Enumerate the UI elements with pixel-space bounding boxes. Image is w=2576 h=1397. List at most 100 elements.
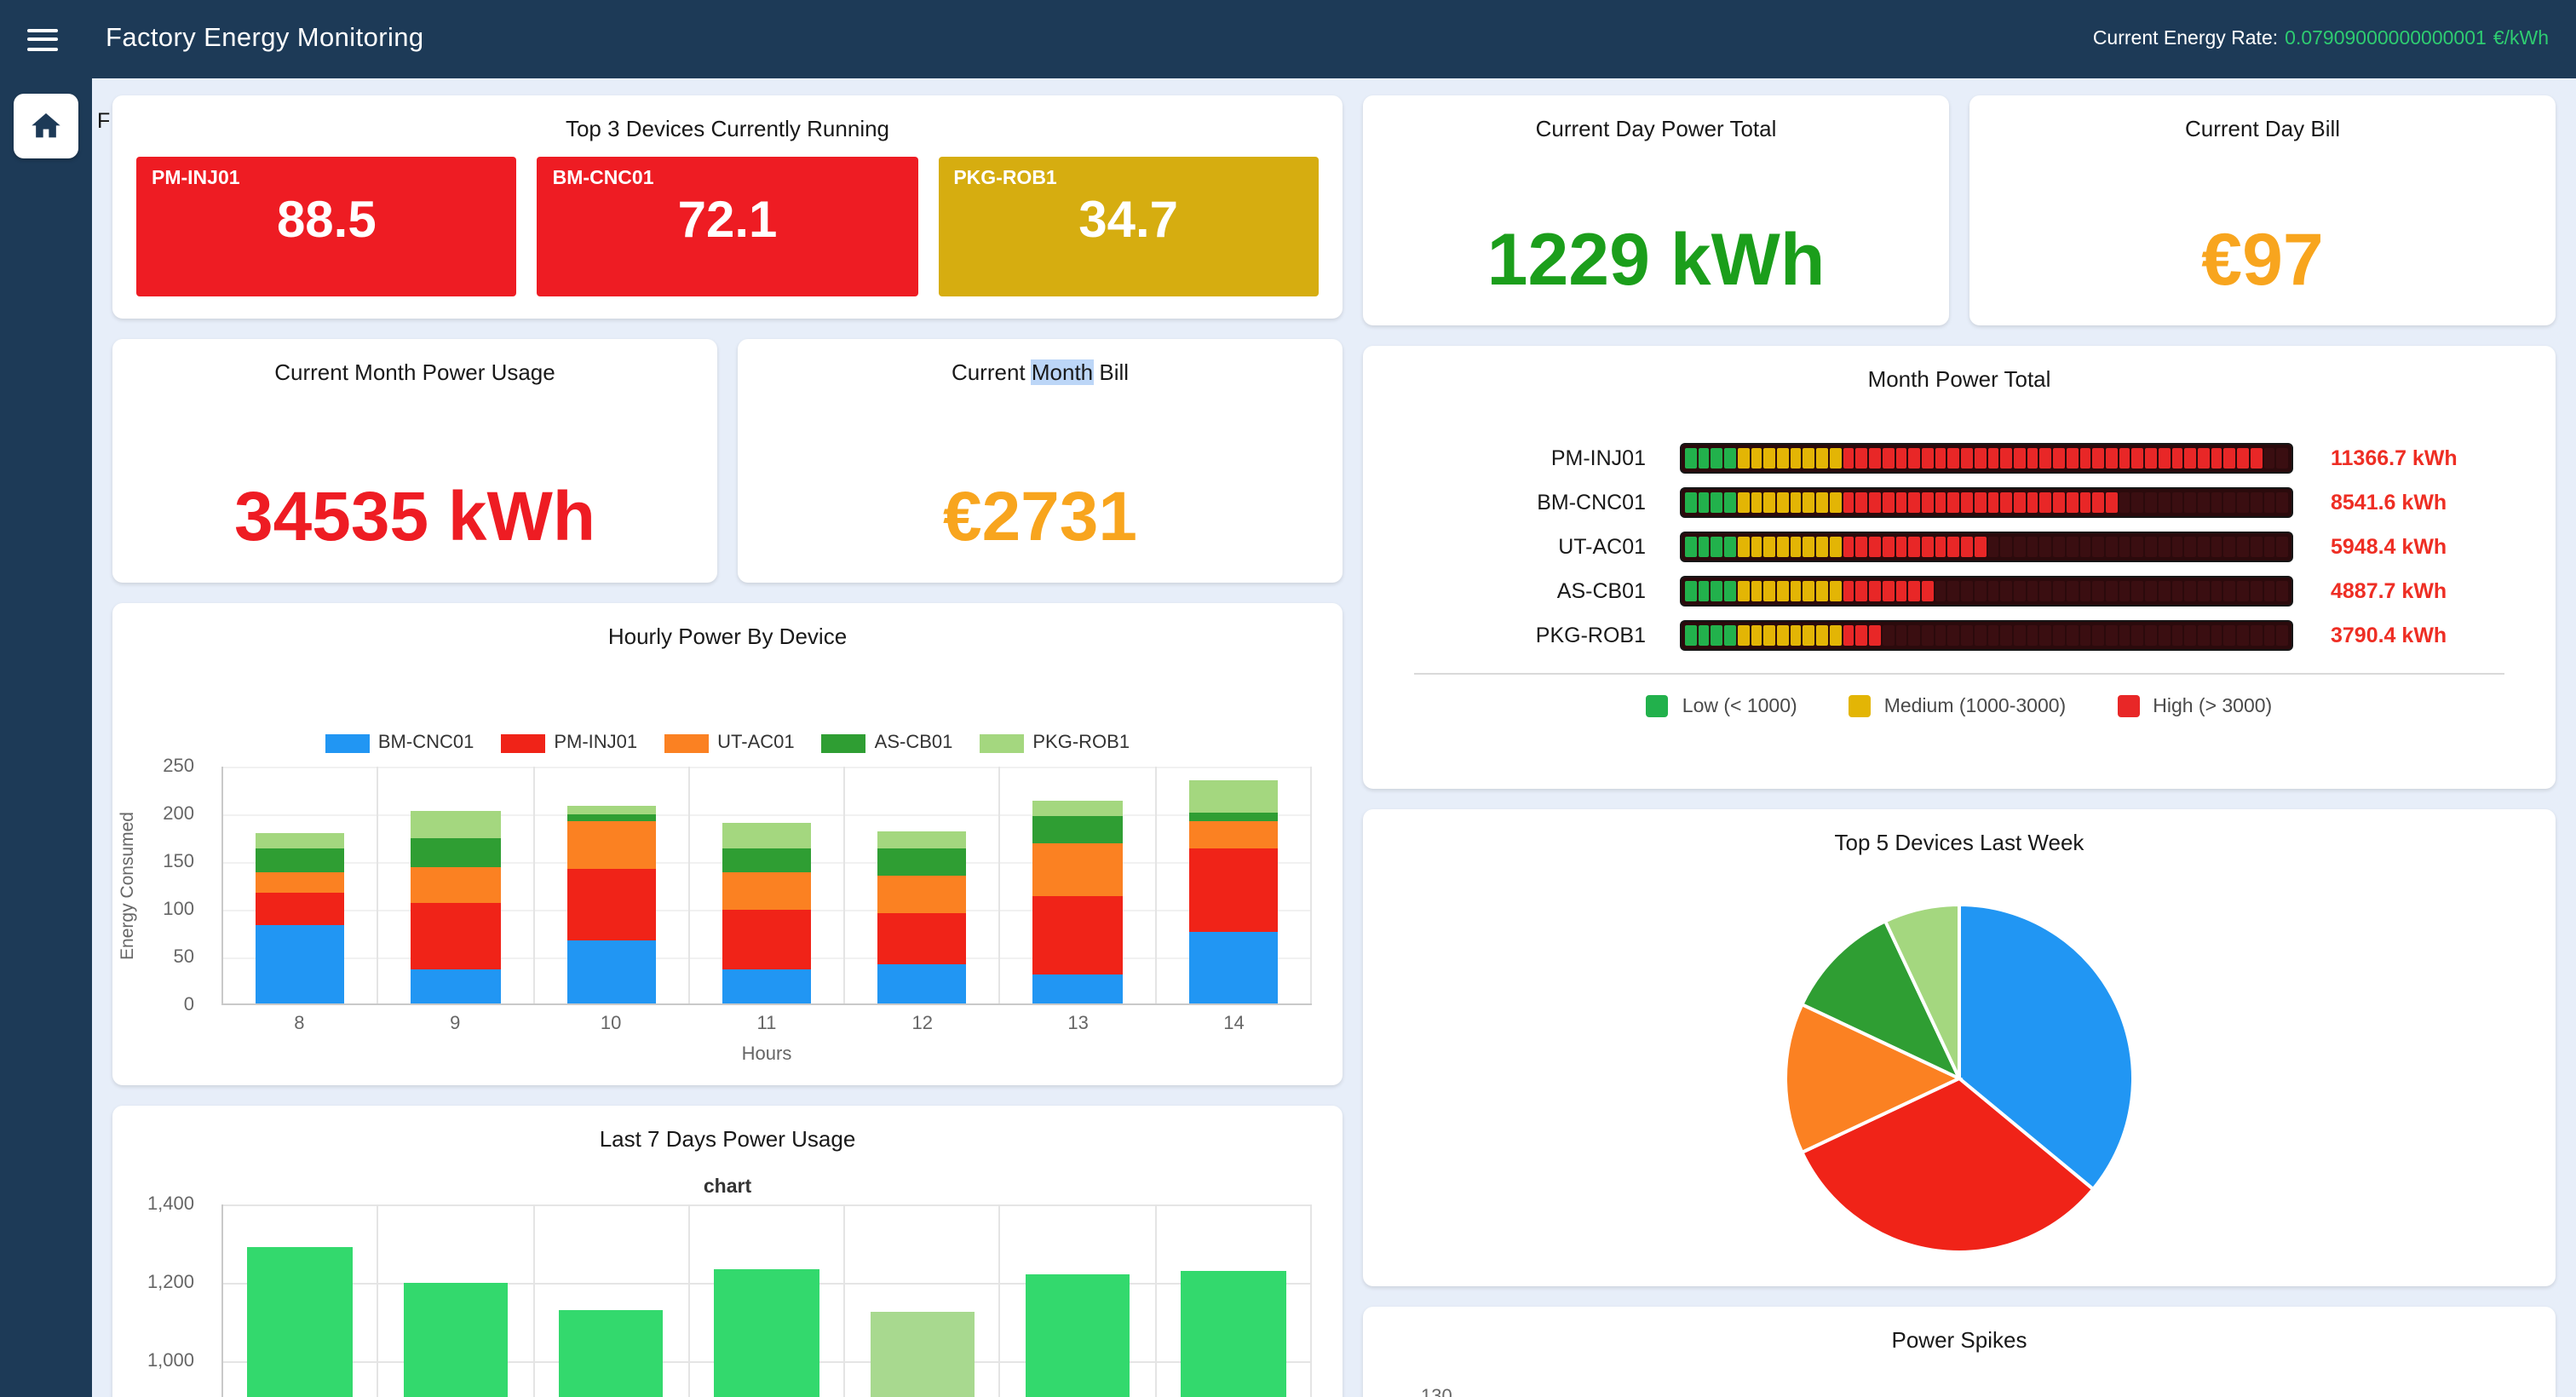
stacked-bar — [256, 833, 345, 1003]
hourly-y-ticks: 050100150200250 — [112, 767, 208, 1005]
month-bar-segment — [1816, 448, 1827, 469]
month-bar-segment — [2106, 625, 2117, 646]
device-tile-value: 72.1 — [553, 193, 903, 250]
month-bar-segment — [2277, 492, 2288, 513]
stacked-bar-segment — [722, 909, 812, 970]
legend-label: PM-INJ01 — [554, 733, 637, 753]
stacked-bar-segment — [1033, 974, 1123, 1003]
legend-swatch — [501, 733, 545, 752]
month-bar-segment — [1922, 625, 1933, 646]
legend-label: AS-CB01 — [875, 733, 953, 753]
chart-slot — [1156, 1204, 1312, 1397]
month-bar-segment — [2079, 448, 2090, 469]
month-device-bar — [1680, 620, 2293, 651]
month-bar-segment — [2277, 625, 2288, 646]
stacked-bar-segment — [877, 876, 967, 914]
month-bar-segment — [2027, 581, 2038, 601]
month-power-total-card: Month Power Total PM-INJ0111366.7 kWhBM-… — [1363, 346, 2556, 789]
month-bar-segment — [1777, 581, 1788, 601]
month-bar-segment — [2145, 492, 2156, 513]
month-bar-segment — [1883, 537, 1894, 557]
month-bar-segment — [2211, 581, 2222, 601]
month-device-label: PKG-ROB1 — [1390, 624, 1680, 647]
month-bar-segment — [2053, 492, 2064, 513]
month-bar-segment — [1685, 581, 1696, 601]
month-bar-segment — [2119, 537, 2130, 557]
month-bar-segment — [1935, 448, 1946, 469]
hourly-legend: BM-CNC01 PM-INJ01 UT-AC01 AS-CB01 PKG-ROB1 — [112, 733, 1343, 753]
month-bar-segment — [2053, 625, 2064, 646]
stacked-bar-segment — [1033, 843, 1123, 897]
legend-item[interactable]: PM-INJ01 — [501, 733, 637, 753]
month-bar-segment — [2132, 448, 2143, 469]
chart-slot — [1001, 767, 1157, 1003]
chart-slot — [690, 1204, 846, 1397]
month-bar-segment — [1895, 537, 1906, 557]
month-bar-segment — [1685, 537, 1696, 557]
stacked-bar-segment — [566, 940, 656, 1003]
legend-swatch — [1647, 695, 1669, 717]
month-bar-segment — [2079, 492, 2090, 513]
month-bar-segment — [1975, 448, 1986, 469]
menu-icon[interactable] — [27, 19, 68, 60]
month-bar-segment — [2185, 492, 2196, 513]
month-device-value: 4887.7 kWh — [2331, 579, 2447, 603]
month-bar-segment — [1908, 492, 1919, 513]
app-title: Factory Energy Monitoring — [106, 24, 424, 55]
month-bar-segment — [2224, 448, 2235, 469]
month-bar-segment — [1869, 581, 1880, 601]
legend-item[interactable]: PKG-ROB1 — [980, 733, 1130, 753]
month-bar-segment — [1764, 625, 1775, 646]
legend-item[interactable]: BM-CNC01 — [325, 733, 474, 753]
month-bar-segment — [1961, 625, 1972, 646]
sidebar-clipped-label: F — [97, 109, 110, 133]
month-bar-segment — [2093, 448, 2104, 469]
stacked-bar-segment — [566, 821, 656, 869]
month-bar-segment — [1751, 625, 1762, 646]
month-bar-segment — [2067, 448, 2078, 469]
month-bar-segment — [1869, 492, 1880, 513]
title-text: Current — [952, 359, 1032, 385]
month-bar-segment — [1791, 492, 1802, 513]
month-bar-segment — [1948, 581, 1959, 601]
month-bar-segment — [2040, 537, 2051, 557]
month-device-row: PKG-ROB13790.4 kWh — [1390, 620, 2528, 651]
month-bar-segment — [1816, 492, 1827, 513]
month-bar-segment — [1856, 537, 1867, 557]
chart-slot — [379, 1204, 535, 1397]
month-bar-segment — [2277, 448, 2288, 469]
stacked-bar-segment — [256, 833, 345, 849]
stacked-bar-segment — [877, 963, 967, 1003]
axis-tick-label: 150 — [163, 852, 194, 872]
legend-item[interactable]: UT-AC01 — [664, 733, 795, 753]
legend-item[interactable]: AS-CB01 — [822, 733, 953, 753]
month-bar-segment — [1908, 448, 1919, 469]
month-bar-segment — [1883, 625, 1894, 646]
energy-rate-value: 0.07909000000000001 — [2285, 29, 2487, 49]
month-bar-segment — [2185, 537, 2196, 557]
month-bar-segment — [2211, 492, 2222, 513]
legend-label: High (> 3000) — [2153, 696, 2272, 716]
energy-rate-unit: €/kWh — [2493, 29, 2549, 49]
month-bar-segment — [2040, 492, 2051, 513]
month-bar-segment — [1883, 492, 1894, 513]
bar — [559, 1310, 664, 1397]
legend-swatch — [664, 733, 709, 752]
month-bar-segment — [1764, 492, 1775, 513]
card-title: Current Month Bill — [738, 339, 1343, 385]
home-button[interactable] — [14, 94, 78, 158]
month-bar-segment — [2001, 492, 2012, 513]
month-bar-segment — [1816, 537, 1827, 557]
month-bar-segment — [1843, 492, 1854, 513]
home-icon — [29, 109, 63, 143]
hourly-power-card: Hourly Power By Device BM-CNC01PM-INJ01U… — [112, 603, 1343, 1085]
axis-tick-label: 12 — [844, 1014, 1000, 1034]
axis-tick-label: 0 — [184, 995, 194, 1015]
x-axis-label: Hours — [221, 1044, 1312, 1065]
month-bar-segment — [1711, 492, 1722, 513]
month-bar-segment — [1764, 581, 1775, 601]
chart-slot — [223, 767, 379, 1003]
month-bar-segment — [2224, 625, 2235, 646]
month-bar-segment — [1738, 581, 1749, 601]
month-bill-card: Current Month Bill €2731 — [738, 339, 1343, 583]
